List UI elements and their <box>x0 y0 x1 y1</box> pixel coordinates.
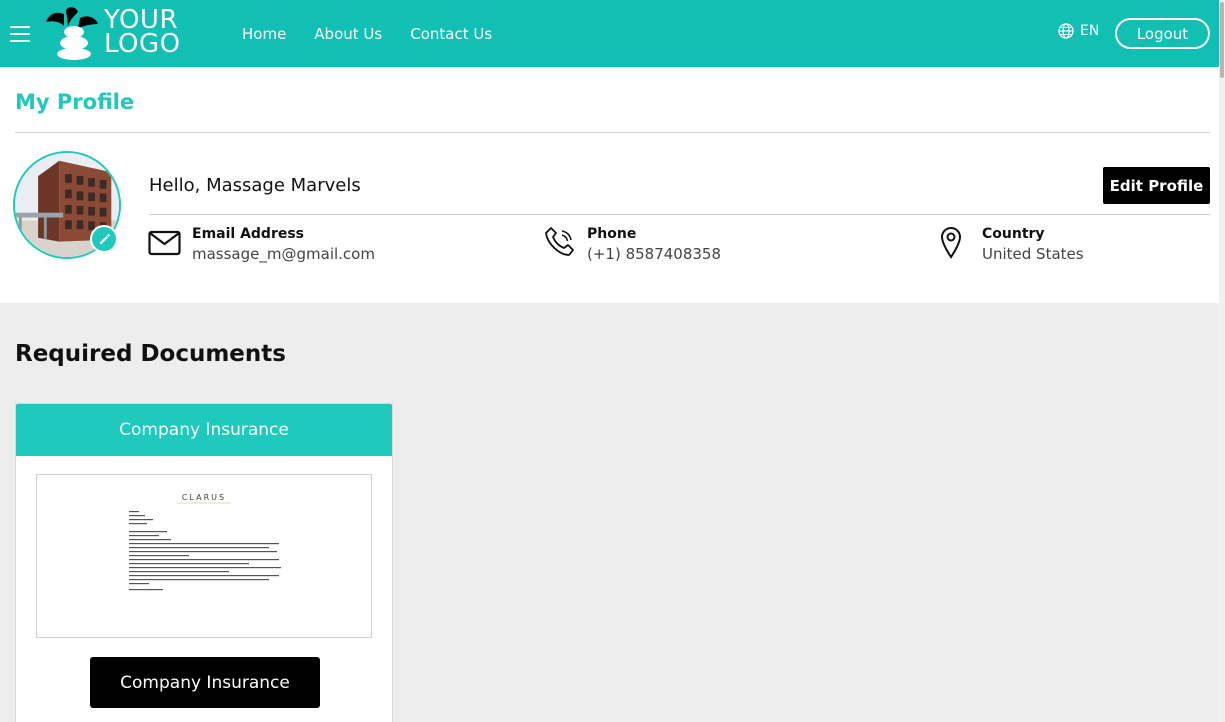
phone-value: (+1) 8587408358 <box>587 245 722 263</box>
email-value: massage_m@gmail.com <box>192 245 375 263</box>
scrollbar[interactable] <box>1219 0 1225 722</box>
mail-icon <box>148 230 181 256</box>
document-card: Company Insurance CLARUS Company Insuran… <box>15 403 393 722</box>
scrollbar-thumb[interactable] <box>1220 2 1224 78</box>
greeting-text: Hello, Massage Marvels <box>149 175 361 196</box>
nav-home[interactable]: Home <box>242 25 286 43</box>
profile-section: My Profile Hello, Massage Marvels Edit P… <box>0 67 1225 303</box>
top-navbar: YOUR LOGO Home About Us Contact Us EN Lo… <box>0 0 1225 67</box>
company-insurance-button[interactable]: Company Insurance <box>90 657 320 708</box>
divider <box>149 214 1210 215</box>
language-label: EN <box>1080 23 1100 39</box>
email-info: Email Address massage_m@gmail.com <box>148 225 375 265</box>
document-preview[interactable]: CLARUS <box>36 474 372 638</box>
divider <box>15 132 1210 133</box>
document-thumbnail: CLARUS <box>129 493 281 591</box>
nav-contact-us[interactable]: Contact Us <box>410 25 492 43</box>
country-info: Country United States <box>938 225 1084 265</box>
country-value: United States <box>982 245 1084 263</box>
globe-icon <box>1058 23 1074 39</box>
logo-text-line2: LOGO <box>104 29 181 59</box>
main-nav: Home About Us Contact Us <box>242 0 492 67</box>
country-label: Country <box>982 226 1045 242</box>
phone-icon <box>545 227 574 256</box>
phone-info: Phone (+1) 8587408358 <box>543 225 721 265</box>
document-card-header: Company Insurance <box>16 404 392 456</box>
logo-icon <box>46 7 98 60</box>
site-logo[interactable]: YOUR LOGO <box>44 6 194 60</box>
logout-button[interactable]: Logout <box>1115 18 1210 49</box>
location-pin-icon <box>940 226 962 259</box>
edit-avatar-button[interactable] <box>90 225 118 253</box>
phone-label: Phone <box>587 226 637 242</box>
section-title: Required Documents <box>15 341 286 367</box>
nav-about-us[interactable]: About Us <box>314 25 382 43</box>
pencil-icon <box>100 234 110 244</box>
document-brand: CLARUS <box>182 493 226 502</box>
edit-profile-button[interactable]: Edit Profile <box>1103 167 1210 204</box>
language-selector[interactable]: EN <box>1058 23 1099 39</box>
menu-icon[interactable] <box>10 26 30 42</box>
email-label: Email Address <box>192 226 305 242</box>
page-title: My Profile <box>15 90 135 114</box>
